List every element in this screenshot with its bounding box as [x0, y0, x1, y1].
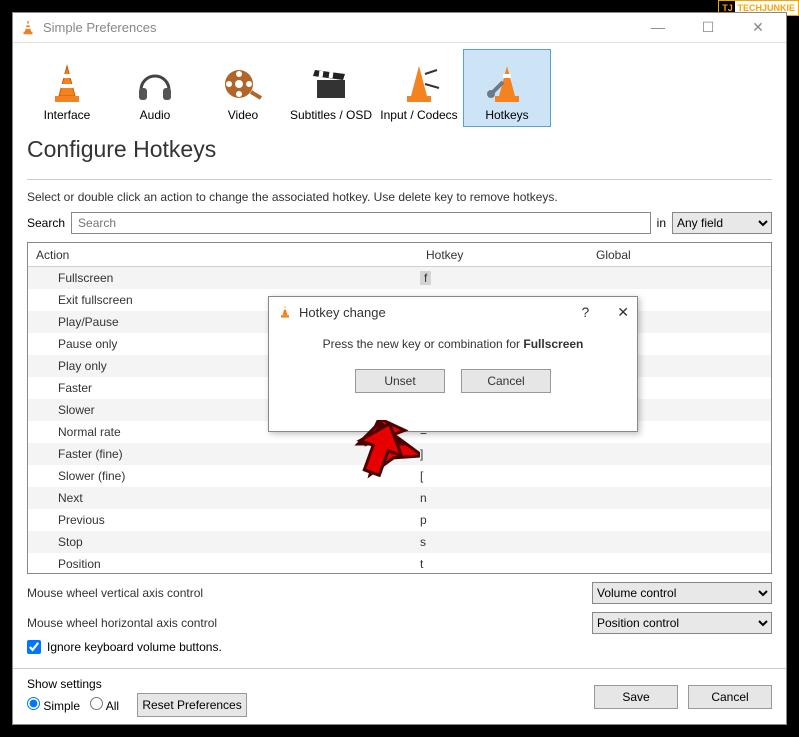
radio-simple[interactable]: Simple [27, 697, 80, 713]
interface-cone-icon [43, 60, 91, 108]
dialog-close-button[interactable]: ✕ [617, 304, 629, 321]
dialog-prompt-target: Fullscreen [523, 337, 583, 351]
column-global[interactable]: Global [588, 248, 771, 262]
hotkey-cell: [ [418, 469, 588, 483]
dialog-title: Hotkey change [299, 305, 386, 320]
action-cell: Slower (fine) [28, 469, 418, 483]
instruction-text: Select or double click an action to chan… [13, 180, 786, 212]
headphones-icon [131, 60, 179, 108]
unset-button[interactable]: Unset [355, 369, 445, 393]
table-row[interactable]: Stops [28, 531, 771, 553]
category-label: Hotkeys [485, 108, 528, 122]
maximize-button[interactable]: ☐ [692, 19, 724, 36]
in-label: in [657, 216, 666, 230]
table-header: Action Hotkey Global [28, 243, 771, 267]
hotkey-cell: s [418, 535, 588, 549]
search-label: Search [27, 216, 65, 230]
category-label: Audio [140, 108, 171, 122]
category-input-codecs[interactable]: Input / Codecs [375, 49, 463, 127]
table-row[interactable]: Faster (fine)] [28, 443, 771, 465]
search-field-select[interactable]: Any field [672, 212, 772, 234]
reset-preferences-button[interactable]: Reset Preferences [137, 693, 247, 717]
page-title: Configure Hotkeys [13, 128, 786, 173]
hotkey-cell: ] [418, 447, 588, 461]
hotkey-cell: p [418, 513, 588, 527]
category-video[interactable]: Video [199, 49, 287, 127]
dialog-cancel-button[interactable]: Cancel [461, 369, 551, 393]
hotkey-cell: n [418, 491, 588, 505]
vlc-cone-icon [19, 19, 37, 37]
action-cell: Position [28, 557, 418, 571]
vlc-cone-icon [277, 304, 293, 320]
dialog-titlebar: Hotkey change ? ✕ [269, 297, 637, 327]
hotkey-cell: t [418, 557, 588, 571]
dialog-help-button[interactable]: ? [581, 304, 589, 321]
radio-all[interactable]: All [90, 697, 119, 713]
table-row[interactable]: Previousp [28, 509, 771, 531]
minimize-button[interactable]: — [642, 19, 674, 36]
category-label: Interface [44, 108, 91, 122]
action-cell: Fullscreen [28, 271, 418, 285]
wheel-horizontal-select[interactable]: Position control [592, 612, 772, 634]
action-cell: Previous [28, 513, 418, 527]
wheel-vertical-select[interactable]: Volume control [592, 582, 772, 604]
action-cell: Stop [28, 535, 418, 549]
category-toolbar: Interface Audio Video Subtitles / OSD In… [13, 43, 786, 128]
category-label: Video [228, 108, 258, 122]
film-reel-icon [219, 60, 267, 108]
category-label: Subtitles / OSD [290, 108, 372, 122]
wheel-horizontal-label: Mouse wheel horizontal axis control [27, 616, 217, 630]
hotkey-cell: f [418, 271, 588, 285]
window-title: Simple Preferences [43, 20, 156, 35]
close-button[interactable]: ✕ [742, 19, 774, 36]
titlebar: Simple Preferences — ☐ ✕ [13, 13, 786, 43]
ignore-kb-volume-label: Ignore keyboard volume buttons. [47, 640, 222, 654]
column-action[interactable]: Action [28, 248, 418, 262]
table-row[interactable]: Slower (fine)[ [28, 465, 771, 487]
save-button[interactable]: Save [594, 685, 678, 709]
category-audio[interactable]: Audio [111, 49, 199, 127]
show-settings-label: Show settings [27, 677, 247, 691]
footer: Show settings Simple All Reset Preferenc… [13, 668, 786, 724]
action-cell: Next [28, 491, 418, 505]
search-input[interactable] [71, 212, 651, 234]
clapperboard-icon [307, 60, 355, 108]
dialog-body: Press the new key or combination for Ful… [269, 327, 637, 393]
category-label: Input / Codecs [380, 108, 457, 122]
ignore-kb-volume-checkbox[interactable] [27, 640, 41, 654]
wheel-vertical-label: Mouse wheel vertical axis control [27, 586, 203, 600]
table-row[interactable]: Positiont [28, 553, 771, 574]
action-cell: Faster (fine) [28, 447, 418, 461]
table-row[interactable]: Nextn [28, 487, 771, 509]
category-subtitles[interactable]: Subtitles / OSD [287, 49, 375, 127]
cone-codec-icon [395, 60, 443, 108]
column-hotkey[interactable]: Hotkey [418, 248, 588, 262]
hotkey-change-dialog: Hotkey change ? ✕ Press the new key or c… [268, 296, 638, 432]
category-interface[interactable]: Interface [23, 49, 111, 127]
cancel-button[interactable]: Cancel [688, 685, 772, 709]
dialog-prompt-prefix: Press the new key or combination for [323, 337, 524, 351]
cone-wrench-icon [483, 60, 531, 108]
category-hotkeys[interactable]: Hotkeys [463, 49, 551, 127]
table-row[interactable]: Fullscreenf [28, 267, 771, 289]
